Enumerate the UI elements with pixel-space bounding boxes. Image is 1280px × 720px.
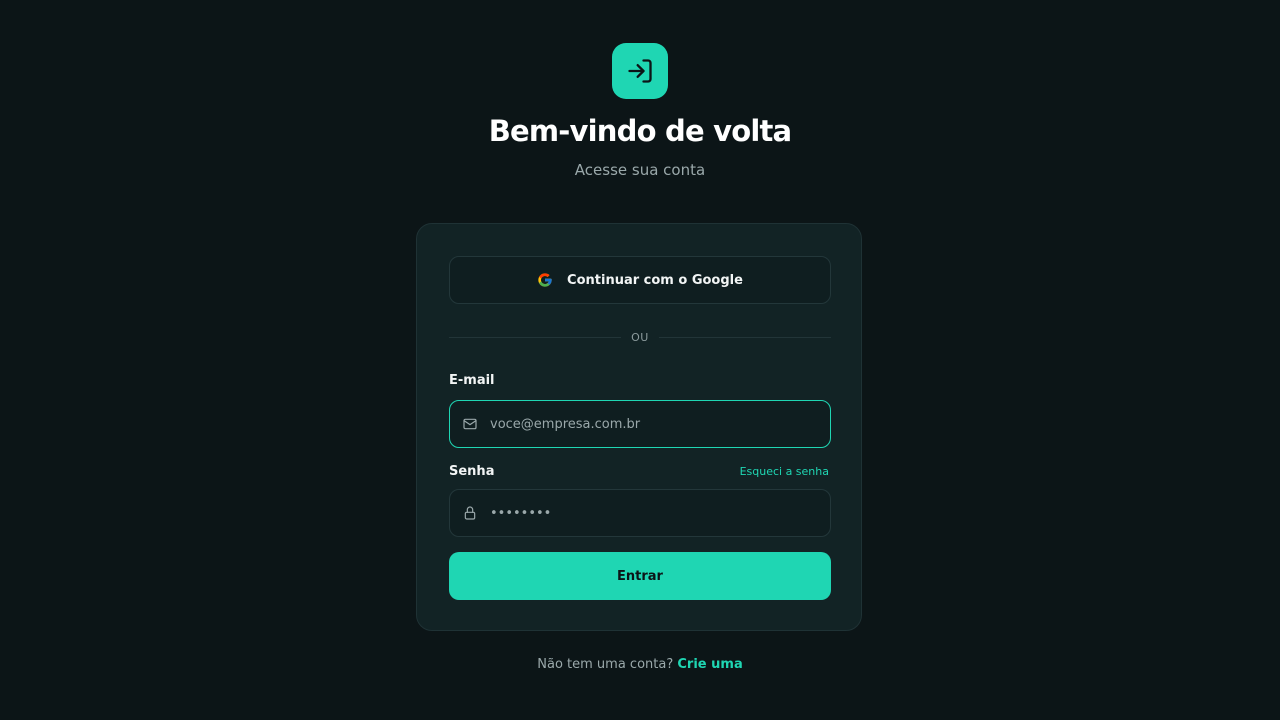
login-card: Continuar com o Google OU E-mail Senha E… (416, 223, 862, 631)
mail-icon (450, 416, 490, 432)
divider-line-right (658, 336, 831, 338)
divider-line-left (449, 336, 622, 338)
password-label: Senha (449, 464, 495, 479)
or-divider: OU (449, 327, 831, 347)
page-subtitle: Acesse sua conta (574, 161, 706, 179)
google-signin-label: Continuar com o Google (567, 272, 743, 288)
lock-icon (450, 505, 490, 521)
google-icon (537, 272, 553, 288)
page-title: Bem-vindo de volta (488, 114, 792, 148)
divider-text: OU (631, 330, 649, 344)
email-input[interactable] (490, 401, 830, 447)
signup-link[interactable]: Crie uma (677, 657, 742, 672)
forgot-password-link[interactable]: Esqueci a senha (740, 465, 829, 478)
google-signin-button[interactable]: Continuar com o Google (449, 256, 831, 304)
password-field-wrapper (449, 489, 831, 537)
submit-button[interactable]: Entrar (449, 552, 831, 600)
signup-prompt: Não tem uma conta? Crie uma (0, 657, 1280, 672)
signup-prompt-text: Não tem uma conta? (537, 657, 674, 672)
password-input[interactable] (490, 490, 830, 536)
email-field-wrapper (449, 400, 831, 448)
login-page: Bem-vindo de volta Acesse sua conta Cont… (0, 0, 1280, 720)
login-arrow-icon (612, 43, 668, 99)
email-label: E-mail (449, 373, 495, 388)
